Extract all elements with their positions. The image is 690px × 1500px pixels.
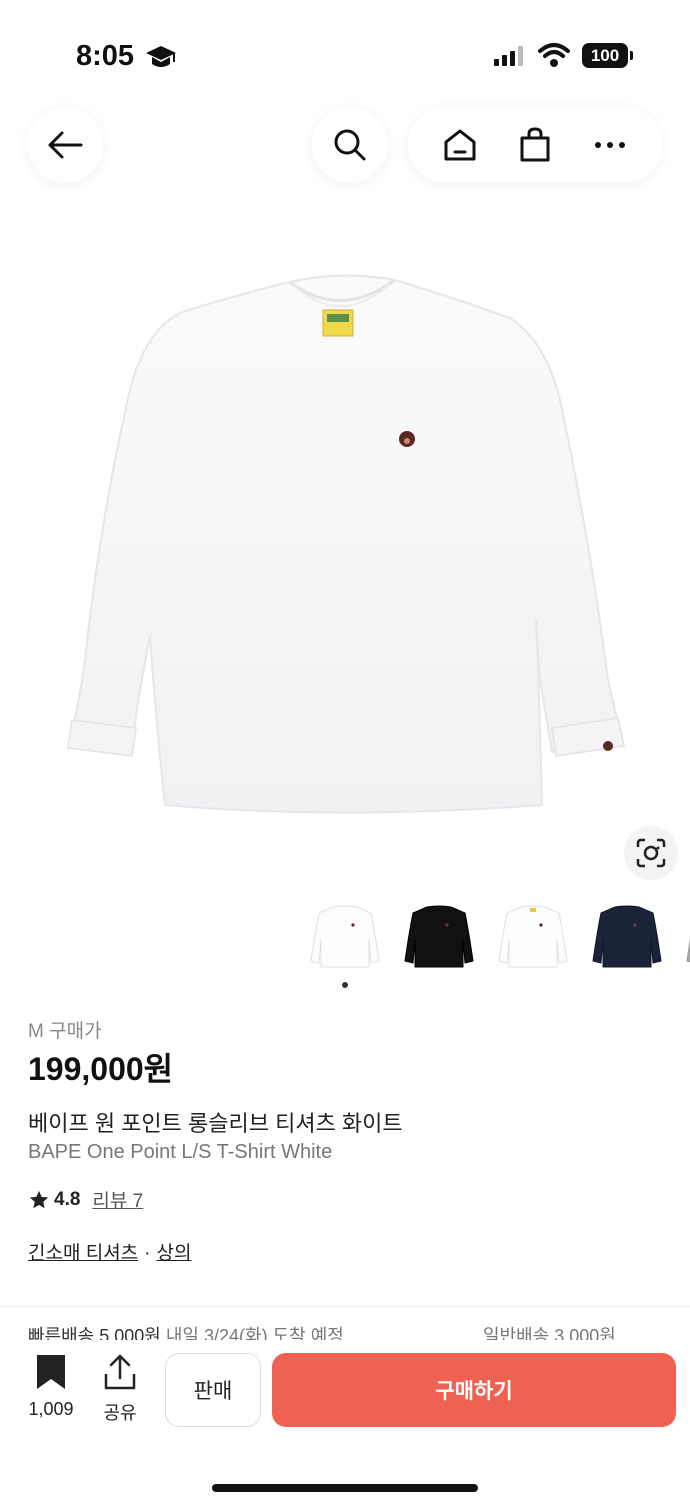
thumbnail-strip xyxy=(305,898,690,976)
share-icon xyxy=(104,1354,136,1390)
product-name-english: BAPE One Point L/S T-Shirt White xyxy=(28,1141,333,1163)
size-price-label: M 구매가 xyxy=(28,1021,102,1042)
thumbnail-black[interactable] xyxy=(399,898,479,976)
shipping-info[interactable]: 빠른배송 5,000원 내일 3/24(화) 도착 예정 일반배송 3,000원 xyxy=(28,1322,668,1340)
product-image[interactable] xyxy=(0,240,690,840)
product-name-korean: 베이프 원 포인트 롱슬리브 티셔츠 화이트 xyxy=(28,1111,403,1136)
normal-shipping-label: 일반배송 3,000원 xyxy=(483,1326,616,1340)
category-link-long-sleeve[interactable]: 긴소매 티셔츠 xyxy=(28,1243,138,1264)
more-button[interactable] xyxy=(582,117,638,173)
home-indicator xyxy=(212,1484,478,1492)
section-divider xyxy=(0,1306,690,1307)
signal-icon xyxy=(494,46,524,71)
bottom-action-bar: 1,009 공유 판매 구매하기 xyxy=(0,1340,690,1500)
fast-shipping-label: 빠른배송 5,000원 xyxy=(28,1326,161,1340)
search-button[interactable] xyxy=(312,107,388,183)
thumbnail-white-2[interactable] xyxy=(493,898,573,976)
back-button[interactable] xyxy=(27,107,103,183)
thumbnail-gray[interactable] xyxy=(681,898,690,976)
bookmark-count: 1,009 xyxy=(28,1399,74,1419)
thumbnail-white[interactable] xyxy=(305,898,385,976)
arrow-left-icon xyxy=(48,131,83,159)
category-separator: · xyxy=(144,1243,151,1264)
home-icon xyxy=(444,129,476,161)
status-bar: 8:05 100 xyxy=(0,0,690,100)
status-time: 8:05 xyxy=(76,40,135,72)
rating-row: 4.8 리뷰 7 xyxy=(28,1186,143,1213)
rating-score: 4.8 xyxy=(54,1188,81,1210)
more-dots-icon xyxy=(595,142,626,148)
category-link-tops[interactable]: 상의 xyxy=(157,1243,192,1264)
sell-button[interactable]: 판매 xyxy=(165,1353,261,1427)
cart-button[interactable] xyxy=(507,117,563,173)
search-icon xyxy=(334,129,366,161)
shipping-eta: 내일 3/24(화) 도착 예정 xyxy=(165,1326,344,1340)
bookmark-button[interactable]: 1,009 xyxy=(22,1354,80,1420)
product-price: 199,000원 xyxy=(28,1051,174,1087)
shopping-bag-icon xyxy=(520,127,550,162)
nav-action-group xyxy=(408,107,662,183)
buy-button[interactable]: 구매하기 xyxy=(272,1353,676,1427)
home-button[interactable] xyxy=(432,117,488,173)
bookmark-icon xyxy=(37,1355,65,1389)
lens-scan-icon xyxy=(636,838,666,868)
star-icon xyxy=(29,1190,49,1208)
share-label: 공유 xyxy=(103,1403,137,1423)
thumbnail-navy[interactable] xyxy=(587,898,667,976)
carousel-indicator xyxy=(342,982,348,988)
wifi-icon xyxy=(538,42,570,73)
reviews-link[interactable]: 리뷰 7 xyxy=(92,1186,143,1213)
share-button[interactable]: 공유 xyxy=(99,1354,141,1425)
battery-indicator: 100 xyxy=(582,43,633,68)
graduation-cap-icon xyxy=(145,42,177,77)
category-breadcrumb: 긴소매 티셔츠 · 상의 xyxy=(28,1238,191,1265)
image-search-button[interactable] xyxy=(624,826,678,880)
